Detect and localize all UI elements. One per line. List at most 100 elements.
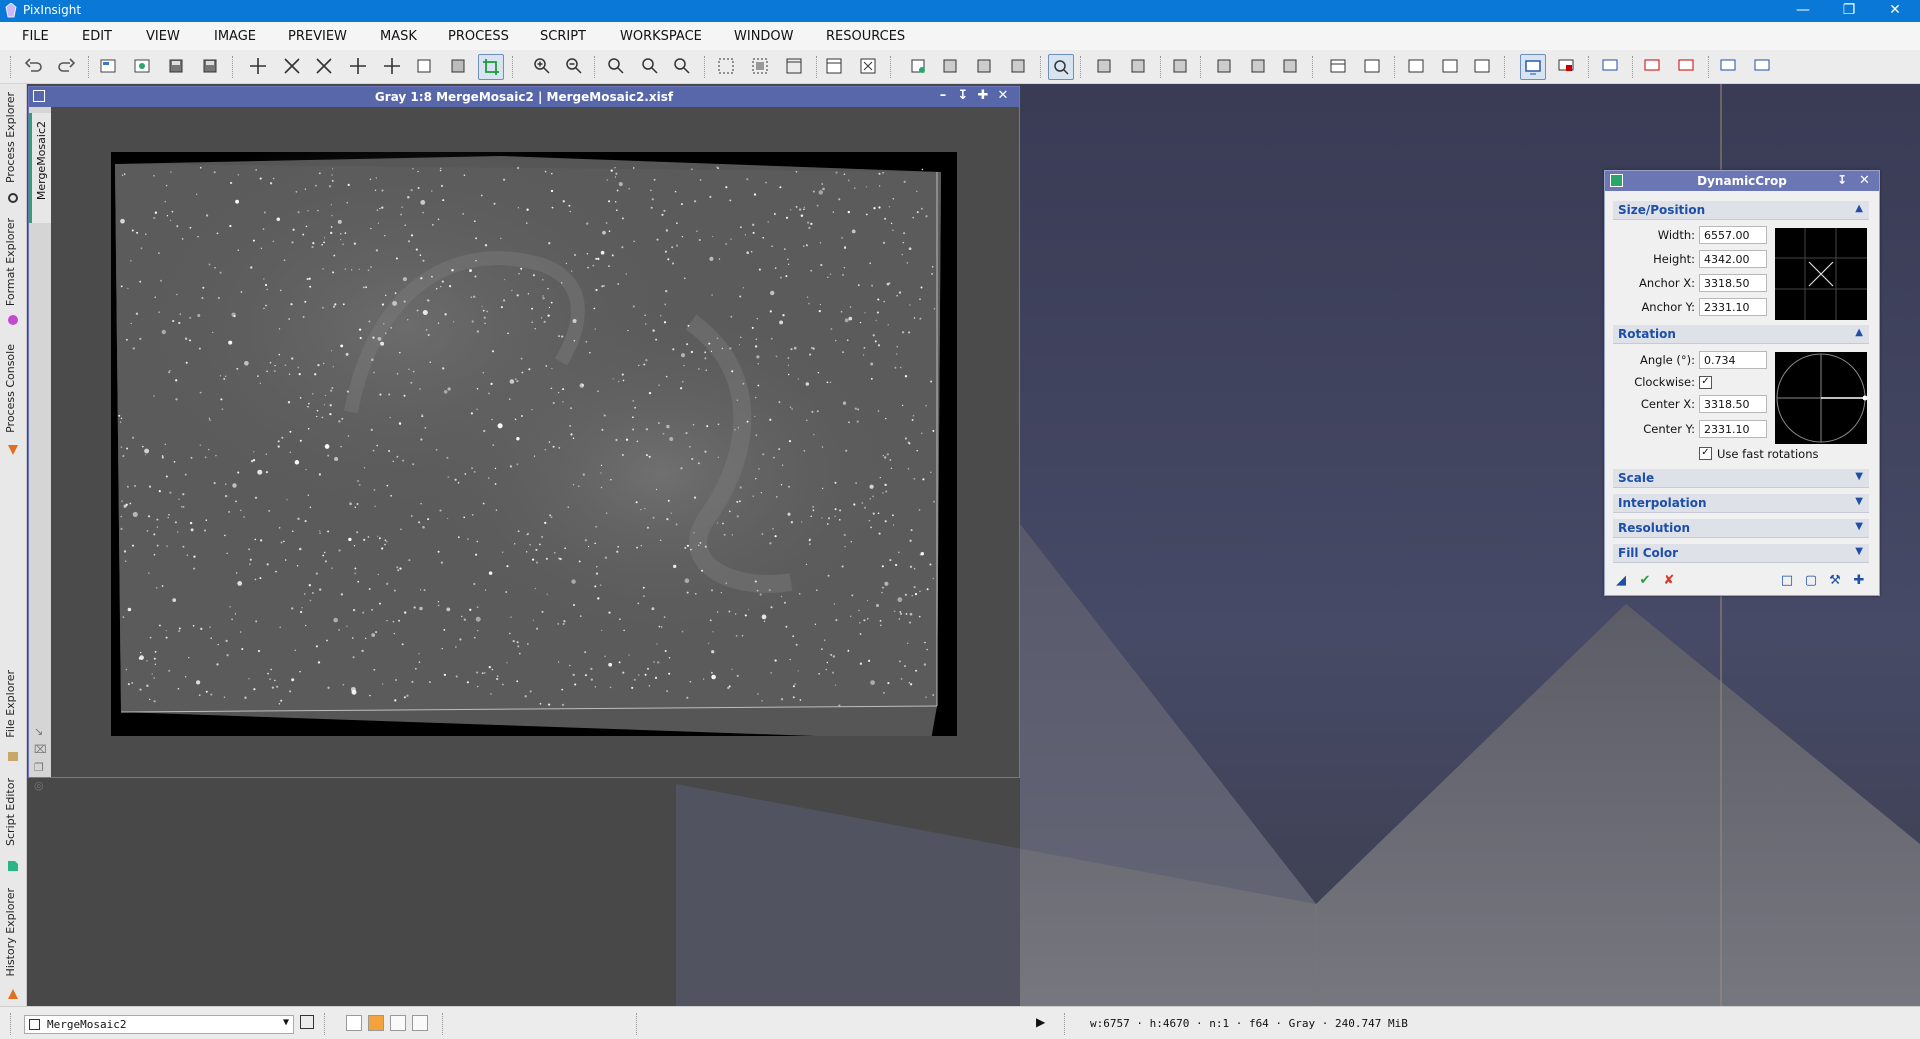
execute-icon[interactable]: ✔ bbox=[1637, 573, 1653, 589]
toolbar-icon-j[interactable] bbox=[1438, 54, 1462, 78]
chevron-down-icon[interactable]: ▼ bbox=[283, 1017, 289, 1028]
view-selector[interactable]: MergeMosaic2 ▼ bbox=[24, 1015, 294, 1034]
section-rotation[interactable]: Rotation ▲ bbox=[1613, 325, 1869, 344]
toolbar-icon-e[interactable] bbox=[1246, 54, 1270, 78]
center-y-field[interactable]: 2331.10 bbox=[1699, 420, 1767, 438]
dynamic-crop-icon[interactable] bbox=[478, 54, 504, 80]
toolbar-icon-g[interactable] bbox=[1326, 54, 1350, 78]
anchor-y-field[interactable]: 2331.10 bbox=[1699, 298, 1767, 316]
new-image-icon[interactable] bbox=[96, 54, 120, 78]
readout-icon[interactable] bbox=[412, 54, 436, 78]
anchor-selector[interactable] bbox=[1775, 228, 1867, 320]
toolbar-icon-i[interactable] bbox=[1404, 54, 1428, 78]
close-icon[interactable]: ✕ bbox=[1859, 173, 1870, 188]
section-size-position[interactable]: Size/Position ▲ bbox=[1613, 201, 1869, 220]
preferences-icon[interactable]: ⚒ bbox=[1827, 573, 1843, 589]
menu-edit[interactable]: EDIT bbox=[82, 29, 112, 44]
dock-tab-format-explorer[interactable]: Format Explorer bbox=[2, 214, 24, 332]
menu-script[interactable]: SCRIPT bbox=[540, 29, 586, 44]
fast-rotations-checkbox[interactable]: ✓ bbox=[1699, 447, 1712, 460]
cancel-icon[interactable]: ✘ bbox=[1661, 573, 1677, 589]
save-as-icon[interactable] bbox=[198, 54, 222, 78]
image-window[interactable]: Gray 1:8 MergeMosaic2 | MergeMosaic2.xis… bbox=[28, 86, 1020, 792]
image-window-titlebar[interactable]: Gray 1:8 MergeMosaic2 | MergeMosaic2.xis… bbox=[29, 87, 1019, 107]
maximize-icon[interactable]: ✚ bbox=[975, 88, 991, 104]
identifier-icon[interactable]: ◎ bbox=[34, 777, 47, 795]
zoom-in-icon[interactable] bbox=[530, 54, 554, 78]
mask-invert-icon[interactable] bbox=[972, 54, 996, 78]
toolbar-icon-d[interactable] bbox=[1212, 54, 1236, 78]
close-icon[interactable]: ✕ bbox=[995, 88, 1011, 104]
menu-image[interactable]: IMAGE bbox=[214, 29, 256, 44]
zoom-fit-window-icon[interactable] bbox=[638, 54, 662, 78]
dock-tab-process-console[interactable]: Process Console bbox=[2, 340, 24, 460]
section-fill-color[interactable]: Fill Color ▼ bbox=[1613, 544, 1869, 563]
navigate-icon[interactable] bbox=[380, 54, 404, 78]
edit-preview-icon[interactable] bbox=[782, 54, 806, 78]
dock-tab-file-explorer[interactable]: File Explorer bbox=[2, 666, 24, 766]
section-resolution[interactable]: Resolution ▼ bbox=[1613, 519, 1869, 538]
mask-remove-icon[interactable] bbox=[1006, 54, 1030, 78]
zoom-fit-icon[interactable] bbox=[312, 54, 336, 78]
channel-r-icon[interactable] bbox=[390, 1015, 406, 1031]
clone-icon[interactable]: ❐ bbox=[34, 759, 47, 777]
section-scale[interactable]: Scale ▼ bbox=[1613, 469, 1869, 488]
redo-icon[interactable] bbox=[54, 54, 78, 78]
menu-file[interactable]: FILE bbox=[22, 29, 49, 44]
center-x-field[interactable]: 3318.50 bbox=[1699, 395, 1767, 413]
menu-window[interactable]: WINDOW bbox=[734, 29, 794, 44]
workspace-2-icon[interactable] bbox=[1640, 54, 1664, 78]
preview-icon[interactable] bbox=[446, 54, 470, 78]
dock-tab-script-editor[interactable]: Script Editor bbox=[2, 774, 24, 876]
save-icon[interactable] bbox=[164, 54, 188, 78]
menu-workspace[interactable]: WORKSPACE bbox=[620, 29, 702, 44]
browse-doc-icon[interactable]: □ bbox=[1779, 573, 1795, 589]
toolbar-icon-h[interactable] bbox=[1360, 54, 1384, 78]
astro-image[interactable] bbox=[111, 152, 957, 736]
menu-process[interactable]: PROCESS bbox=[448, 29, 509, 44]
fit-icon[interactable] bbox=[280, 54, 304, 78]
channel-gray-icon[interactable] bbox=[368, 1015, 384, 1031]
menu-preview[interactable]: PREVIEW bbox=[288, 29, 347, 44]
rotation-dial[interactable] bbox=[1775, 352, 1867, 444]
toolbar-icon-c[interactable] bbox=[1168, 54, 1192, 78]
undo-icon[interactable] bbox=[22, 54, 46, 78]
select-preview-icon[interactable] bbox=[714, 54, 738, 78]
dialog-titlebar[interactable]: DynamicCrop ↧ ✕ bbox=[1605, 171, 1879, 191]
workspace-5-icon[interactable] bbox=[1750, 54, 1774, 78]
edit-instance-icon[interactable]: ▢ bbox=[1803, 573, 1819, 589]
channel-g-icon[interactable] bbox=[412, 1015, 428, 1031]
play-icon[interactable]: ▶ bbox=[1036, 1015, 1045, 1029]
menu-view[interactable]: VIEW bbox=[146, 29, 180, 44]
fit-window-icon[interactable] bbox=[856, 54, 880, 78]
shade-icon[interactable]: ↧ bbox=[1837, 173, 1847, 187]
shade-icon[interactable]: ↧ bbox=[955, 88, 971, 104]
clockwise-checkbox[interactable]: ✓ bbox=[1699, 376, 1712, 389]
screen-split-icon[interactable] bbox=[1554, 54, 1578, 78]
zoom-out-icon[interactable] bbox=[562, 54, 586, 78]
toolbar-icon-f[interactable] bbox=[1278, 54, 1302, 78]
move-icon[interactable] bbox=[246, 54, 270, 78]
minimize-icon[interactable]: – bbox=[935, 88, 951, 104]
image-canvas[interactable] bbox=[51, 107, 1019, 777]
shrink-icon[interactable]: ⌧ bbox=[34, 741, 47, 759]
workspace-3-icon[interactable] bbox=[1674, 54, 1698, 78]
anchor-x-field[interactable]: 3318.50 bbox=[1699, 274, 1767, 292]
dynamic-crop-dialog[interactable]: DynamicCrop ↧ ✕ Size/Position ▲ Width: 6… bbox=[1604, 170, 1880, 596]
height-field[interactable]: 4342.00 bbox=[1699, 250, 1767, 268]
toolbar-icon-k[interactable] bbox=[1470, 54, 1494, 78]
minimize-icon[interactable]: — bbox=[1780, 0, 1826, 22]
channel-rgb-icon[interactable] bbox=[346, 1015, 362, 1031]
pan-icon[interactable] bbox=[346, 54, 370, 78]
view-explorer-icon[interactable] bbox=[300, 1015, 314, 1029]
reset-icon[interactable]: ✚ bbox=[1851, 573, 1867, 589]
window-icon[interactable] bbox=[822, 54, 846, 78]
dock-tab-history-explorer[interactable]: History Explorer bbox=[2, 884, 24, 1002]
workspace-1-icon[interactable] bbox=[1598, 54, 1622, 78]
toolbar-icon-b[interactable] bbox=[1126, 54, 1150, 78]
pin-icon[interactable]: ↘ bbox=[34, 723, 47, 741]
restore-icon[interactable]: ❐ bbox=[1826, 0, 1872, 22]
mask-new-icon[interactable] bbox=[906, 54, 930, 78]
zoom-to-fit-icon[interactable] bbox=[670, 54, 694, 78]
dock-tab-process-explorer[interactable]: Process Explorer bbox=[2, 88, 24, 208]
